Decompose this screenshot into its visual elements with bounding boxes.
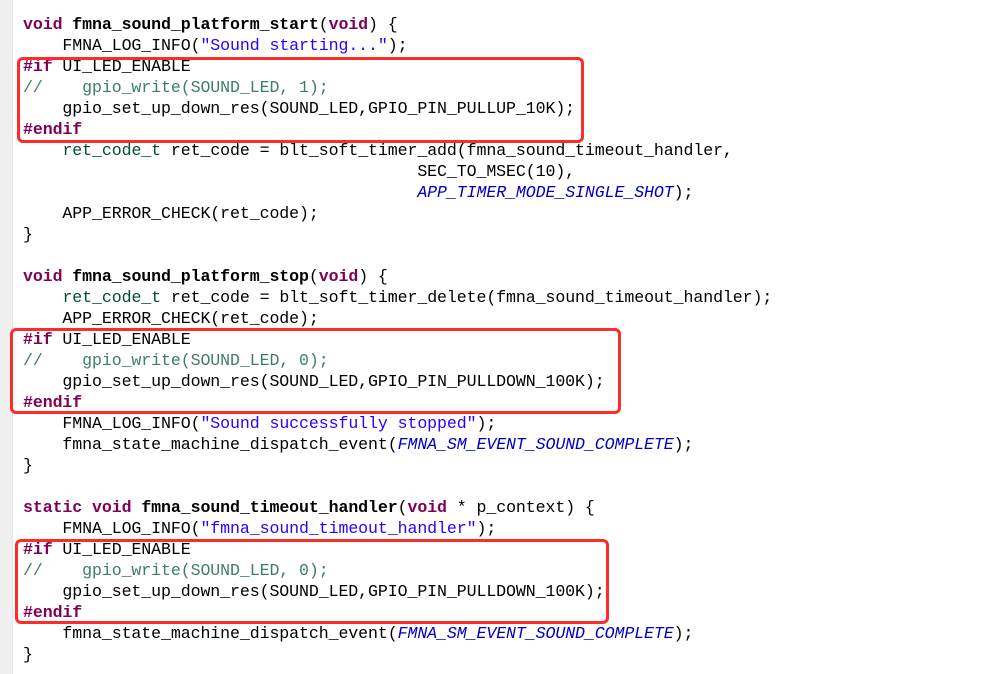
- keyword-token: void: [23, 15, 63, 34]
- code-text: * p_context) {: [446, 498, 595, 517]
- code-line: APP_TIMER_MODE_SINGLE_SHOT);: [23, 182, 772, 203]
- code-line: APP_ERROR_CHECK(ret_code);: [23, 203, 772, 224]
- code-line: fmna_state_machine_dispatch_event(FMNA_S…: [23, 623, 772, 644]
- code-text: gpio_set_up_down_res(SOUND_LED,GPIO_PIN_…: [23, 372, 605, 391]
- code-line: }: [23, 455, 772, 476]
- code-line: #endif: [23, 119, 772, 140]
- code-text: }: [23, 225, 33, 244]
- code-text: ) {: [358, 267, 388, 286]
- comment-token: // gpio_write(SOUND_LED, 0);: [23, 351, 329, 370]
- enum-constant-token: FMNA_SM_EVENT_SOUND_COMPLETE: [397, 435, 674, 454]
- code-text: );: [673, 624, 694, 643]
- code-text: );: [673, 435, 694, 454]
- string-token: "fmna_sound_timeout_handler": [200, 519, 477, 538]
- preprocessor-token: #endif: [23, 603, 83, 622]
- code-line: // gpio_write(SOUND_LED, 0);: [23, 350, 772, 371]
- code-text: UI_LED_ENABLE: [52, 330, 191, 349]
- code-text: gpio_set_up_down_res(SOUND_LED,GPIO_PIN_…: [23, 99, 576, 118]
- code-line: #if UI_LED_ENABLE: [23, 56, 772, 77]
- string-token: "Sound starting...": [200, 36, 388, 55]
- preprocessor-token: #if: [23, 330, 53, 349]
- code-text: FMNA_LOG_INFO(: [23, 36, 201, 55]
- code-text: FMNA_LOG_INFO(: [23, 414, 201, 433]
- code-text: fmna_state_machine_dispatch_event(: [23, 624, 398, 643]
- preprocessor-token: #endif: [23, 120, 83, 139]
- code-text: gpio_set_up_down_res(SOUND_LED,GPIO_PIN_…: [23, 582, 605, 601]
- code-text: UI_LED_ENABLE: [52, 540, 191, 559]
- preprocessor-token: #endif: [23, 393, 83, 412]
- preprocessor-token: #if: [23, 540, 53, 559]
- code-text: );: [476, 519, 497, 538]
- code-text: APP_ERROR_CHECK(ret_code);: [23, 204, 319, 223]
- code-text: ret_code = blt_soft_timer_add(fmna_sound…: [161, 141, 733, 160]
- code-line: static void fmna_sound_timeout_handler(v…: [23, 497, 772, 518]
- code-line: SEC_TO_MSEC(10),: [23, 161, 772, 182]
- code-text: APP_ERROR_CHECK(ret_code);: [23, 309, 319, 328]
- code-line: gpio_set_up_down_res(SOUND_LED,GPIO_PIN_…: [23, 581, 772, 602]
- code-line: APP_ERROR_CHECK(ret_code);: [23, 308, 772, 329]
- code-text: ret_code = blt_soft_timer_delete(fmna_so…: [161, 288, 773, 307]
- code-line: #if UI_LED_ENABLE: [23, 539, 772, 560]
- code-line: ret_code_t ret_code = blt_soft_timer_del…: [23, 287, 772, 308]
- code-line: void fmna_sound_platform_start(void) {: [23, 14, 772, 35]
- code-line: ret_code_t ret_code = blt_soft_timer_add…: [23, 140, 772, 161]
- code-text: );: [387, 36, 408, 55]
- code-editor[interactable]: void fmna_sound_platform_start(void) { F…: [23, 14, 772, 665]
- code-line: }: [23, 224, 772, 245]
- keyword-token: void: [318, 267, 359, 286]
- enum-constant-token: APP_TIMER_MODE_SINGLE_SHOT: [417, 183, 674, 202]
- code-text: (: [318, 15, 329, 34]
- code-text: );: [673, 183, 694, 202]
- keyword-token: void: [23, 267, 63, 286]
- type-token: ret_code_t: [62, 141, 162, 160]
- keyword-token: void: [407, 498, 447, 517]
- code-line: FMNA_LOG_INFO("Sound successfully stoppe…: [23, 413, 772, 434]
- code-line: FMNA_LOG_INFO("fmna_sound_timeout_handle…: [23, 518, 772, 539]
- code-line: FMNA_LOG_INFO("Sound starting...");: [23, 35, 772, 56]
- code-line: #endif: [23, 392, 772, 413]
- code-text: fmna_state_machine_dispatch_event(: [23, 435, 398, 454]
- code-text: }: [23, 456, 33, 475]
- code-line: // gpio_write(SOUND_LED, 0);: [23, 560, 772, 581]
- function-name-token: fmna_sound_platform_start: [72, 15, 319, 34]
- function-name-token: fmna_sound_platform_stop: [72, 267, 309, 286]
- keyword-token: void: [328, 15, 369, 34]
- code-line: #if UI_LED_ENABLE: [23, 329, 772, 350]
- code-text: );: [476, 414, 497, 433]
- string-token: "Sound successfully stopped": [200, 414, 477, 433]
- code-text: (: [308, 267, 319, 286]
- code-text: FMNA_LOG_INFO(: [23, 519, 201, 538]
- keyword-token: static: [23, 498, 83, 517]
- code-line: fmna_state_machine_dispatch_event(FMNA_S…: [23, 434, 772, 455]
- editor-gutter: [0, 0, 13, 674]
- code-line: void fmna_sound_platform_stop(void) {: [23, 266, 772, 287]
- comment-token: // gpio_write(SOUND_LED, 1);: [23, 78, 329, 97]
- code-text: SEC_TO_MSEC(10),: [23, 162, 576, 181]
- code-line: }: [23, 644, 772, 665]
- comment-token: // gpio_write(SOUND_LED, 0);: [23, 561, 329, 580]
- code-line: gpio_set_up_down_res(SOUND_LED,GPIO_PIN_…: [23, 98, 772, 119]
- type-token: ret_code_t: [62, 288, 162, 307]
- enum-constant-token: FMNA_SM_EVENT_SOUND_COMPLETE: [397, 624, 674, 643]
- code-line: // gpio_write(SOUND_LED, 1);: [23, 77, 772, 98]
- code-text: (: [397, 498, 408, 517]
- keyword-token: void: [92, 498, 132, 517]
- code-text: }: [23, 645, 33, 664]
- code-line: #endif: [23, 602, 772, 623]
- function-name-token: fmna_sound_timeout_handler: [141, 498, 398, 517]
- code-text: UI_LED_ENABLE: [52, 57, 191, 76]
- code-line: gpio_set_up_down_res(SOUND_LED,GPIO_PIN_…: [23, 371, 772, 392]
- code-text: ) {: [368, 15, 398, 34]
- preprocessor-token: #if: [23, 57, 53, 76]
